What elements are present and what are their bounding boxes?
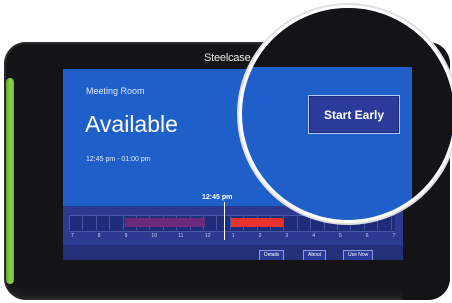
grid-line [69,215,70,230]
hour-label: 7 [392,233,396,239]
grid-line [216,215,218,230]
use-now-button[interactable]: Use Now [343,250,374,260]
hour-label: 11 [178,233,184,239]
hour-label: 12 [205,233,211,239]
grid-line [390,215,392,230]
booked-block [231,218,283,227]
hour-label: 2 [258,233,262,239]
grid-line [82,215,84,230]
room-status: Available [85,111,178,137]
details-button[interactable]: Details [259,250,285,260]
current-time-label: 12:45 pm [202,194,233,201]
hour-label: 6 [365,233,369,239]
hour-label: 10 [151,233,157,239]
zoom-bezel-right [412,8,452,220]
grid-line [296,215,298,230]
hour-label: 9 [124,233,128,239]
zoom-callout: Start Early [239,5,452,223]
hour-label: 1 [231,233,235,239]
grid-line [310,215,312,230]
grid-line [95,215,97,230]
time-range: 12:45 pm - 01:00 pm [86,156,151,163]
about-button[interactable]: About [303,250,327,260]
hour-label: 5 [339,233,342,239]
busy-block [125,218,205,227]
grid-line [122,215,124,230]
current-time-marker [224,202,225,240]
start-early-button[interactable]: Start Early [308,95,400,134]
hour-label: 7 [71,233,74,239]
hour-label: 4 [312,233,315,239]
hour-label: 3 [285,233,289,239]
grid-line [109,215,111,230]
status-led-bar [6,78,14,284]
grid-line [283,215,285,230]
hour-label: 8 [97,233,101,239]
room-name: Meeting Room [86,86,145,96]
